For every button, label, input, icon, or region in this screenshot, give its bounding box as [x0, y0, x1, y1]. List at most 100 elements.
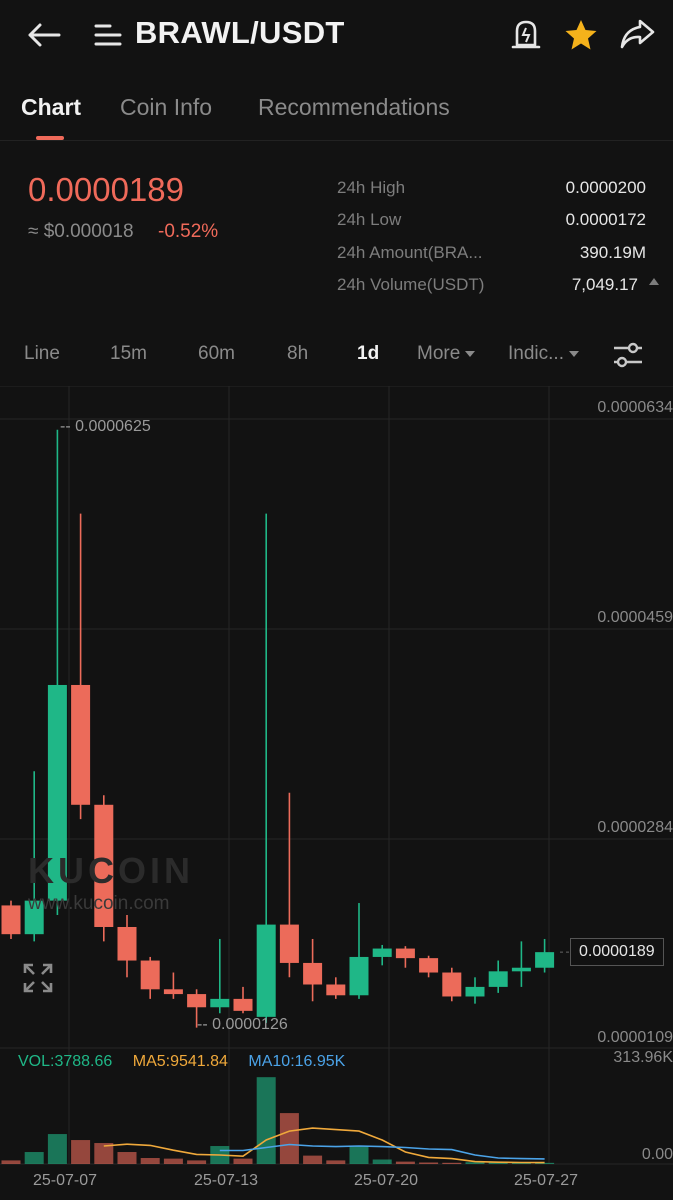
date-tick-1: 25-07-07	[33, 1172, 98, 1189]
candle-body	[488, 971, 508, 987]
last-price: 0.0000189	[28, 171, 184, 208]
share-icon[interactable]	[619, 18, 655, 50]
volume-tick-max: 313.96K	[613, 1049, 673, 1066]
candlestick-chart[interactable]	[0, 386, 673, 1200]
volume-indicator-labels: VOL:3788.66 MA5:9541.84 MA10:16.95K	[18, 1053, 361, 1071]
volume-bar	[372, 1159, 392, 1164]
volume-bar	[279, 1113, 299, 1164]
candle-body	[303, 962, 323, 985]
candle-body	[117, 926, 137, 961]
volume-bars	[1, 1077, 555, 1164]
candle-body	[395, 948, 415, 959]
candle-body	[210, 998, 230, 1008]
stat-value-24h-low: 0.0000172	[565, 210, 646, 229]
volume-bar	[71, 1140, 91, 1164]
stat-label-24h-high: 24h High	[337, 178, 406, 197]
candle-body	[279, 924, 299, 963]
indicators-dropdown[interactable]: Indic...	[508, 343, 579, 365]
volume-bar	[187, 1160, 207, 1164]
volume-bar	[256, 1077, 276, 1164]
volume-bar	[47, 1134, 67, 1164]
stat-value-24h-amount: 390.19M	[579, 243, 646, 262]
chart-high-label: -- 0.0000625	[60, 418, 151, 435]
volume-bar	[349, 1146, 369, 1164]
date-tick-4: 25-07-27	[514, 1172, 579, 1189]
price-tick-2: 0.0000459	[597, 609, 673, 626]
stat-value-24h-high: 0.0000200	[565, 178, 646, 197]
candle-body	[140, 960, 160, 990]
candle-body	[419, 958, 439, 973]
indicators-label: Indic...	[508, 343, 564, 364]
stat-label-24h-volume: 24h Volume(USDT)	[337, 275, 485, 294]
watermark-url: www.kucoin.com	[28, 893, 170, 914]
volume-bar	[303, 1155, 323, 1164]
price-change-percent: -0.52%	[158, 221, 219, 242]
volume-bar	[24, 1152, 44, 1164]
ma5-line	[103, 1127, 545, 1164]
vol-label: VOL:3788.66	[18, 1053, 113, 1070]
volume-bar	[140, 1158, 160, 1164]
tab-bar: Chart Coin Info Recommendations	[0, 80, 673, 141]
volume-tick-zero: 0.00	[641, 1146, 673, 1163]
interval-15m[interactable]: 15m	[110, 343, 147, 365]
candle-body	[535, 952, 555, 968]
top-bar: BRAWL/USDT	[0, 0, 673, 72]
current-price-tag: 0.0000189	[570, 938, 664, 966]
chart-low-label: -- 0.0000126	[197, 1016, 288, 1033]
candle-body	[1, 905, 21, 935]
candle-body	[511, 967, 531, 972]
volume-bar	[117, 1152, 137, 1164]
price-tick-1: 0.0000634	[597, 399, 673, 416]
menu-icon[interactable]	[94, 22, 122, 48]
candles	[1, 429, 570, 1028]
date-tick-3: 25-07-20	[354, 1172, 419, 1189]
more-dropdown[interactable]: More	[417, 343, 476, 365]
more-label: More	[417, 343, 461, 364]
pair-title[interactable]: BRAWL/USDT	[135, 15, 345, 51]
back-arrow-icon[interactable]	[26, 20, 62, 50]
candle-body	[349, 956, 369, 996]
candle-body	[187, 994, 207, 1008]
candle-body	[442, 972, 462, 997]
watermark-logo: KUCOIN	[28, 850, 194, 891]
active-tab-indicator	[36, 136, 64, 140]
volume-bar	[1, 1160, 21, 1164]
tab-coin-info[interactable]: Coin Info	[120, 94, 212, 121]
stat-value-24h-volume[interactable]: 7,049.17	[572, 275, 638, 295]
interval-60m[interactable]: 60m	[198, 343, 235, 365]
tab-recommendations[interactable]: Recommendations	[258, 94, 450, 121]
interval-8h[interactable]: 8h	[287, 343, 308, 365]
volume-bar	[326, 1160, 346, 1164]
chevron-down-icon	[465, 350, 476, 357]
volume-bar	[233, 1158, 253, 1164]
volume-bar	[419, 1162, 439, 1164]
stat-label-24h-amount: 24h Amount(BRA...	[337, 243, 483, 262]
chart-settings-icon[interactable]	[612, 342, 644, 368]
stat-toggle-triangle-icon[interactable]	[649, 278, 659, 285]
alert-bell-icon[interactable]	[510, 18, 542, 52]
ma5-label: MA5:9541.84	[132, 1053, 228, 1070]
price-tick-4: 0.0000109	[597, 1029, 673, 1046]
interval-line[interactable]: Line	[24, 343, 60, 365]
candle-body	[163, 989, 183, 995]
chart-grid	[0, 386, 673, 1165]
candle-body	[326, 984, 346, 996]
volume-bar	[163, 1158, 183, 1164]
date-tick-2: 25-07-13	[194, 1172, 259, 1189]
price-tick-3: 0.0000284	[597, 819, 673, 836]
interval-1d[interactable]: 1d	[357, 343, 379, 365]
volume-bar	[442, 1162, 462, 1164]
candle-body	[233, 998, 253, 1011]
candle-body	[256, 924, 276, 1017]
low-value: 0.0000126	[212, 1016, 288, 1033]
candle-body	[465, 986, 485, 997]
candle-body	[71, 684, 91, 805]
interval-bar: Line 15m 60m 8h 1d More Indic...	[0, 326, 673, 384]
high-value: 0.0000625	[75, 418, 151, 435]
fullscreen-icon[interactable]	[22, 962, 54, 994]
candle-body	[372, 948, 392, 957]
usd-approx-price: ≈ $0.000018	[28, 221, 134, 242]
star-icon[interactable]	[563, 18, 599, 52]
chevron-down-icon	[568, 350, 579, 357]
tab-chart[interactable]: Chart	[21, 94, 81, 121]
